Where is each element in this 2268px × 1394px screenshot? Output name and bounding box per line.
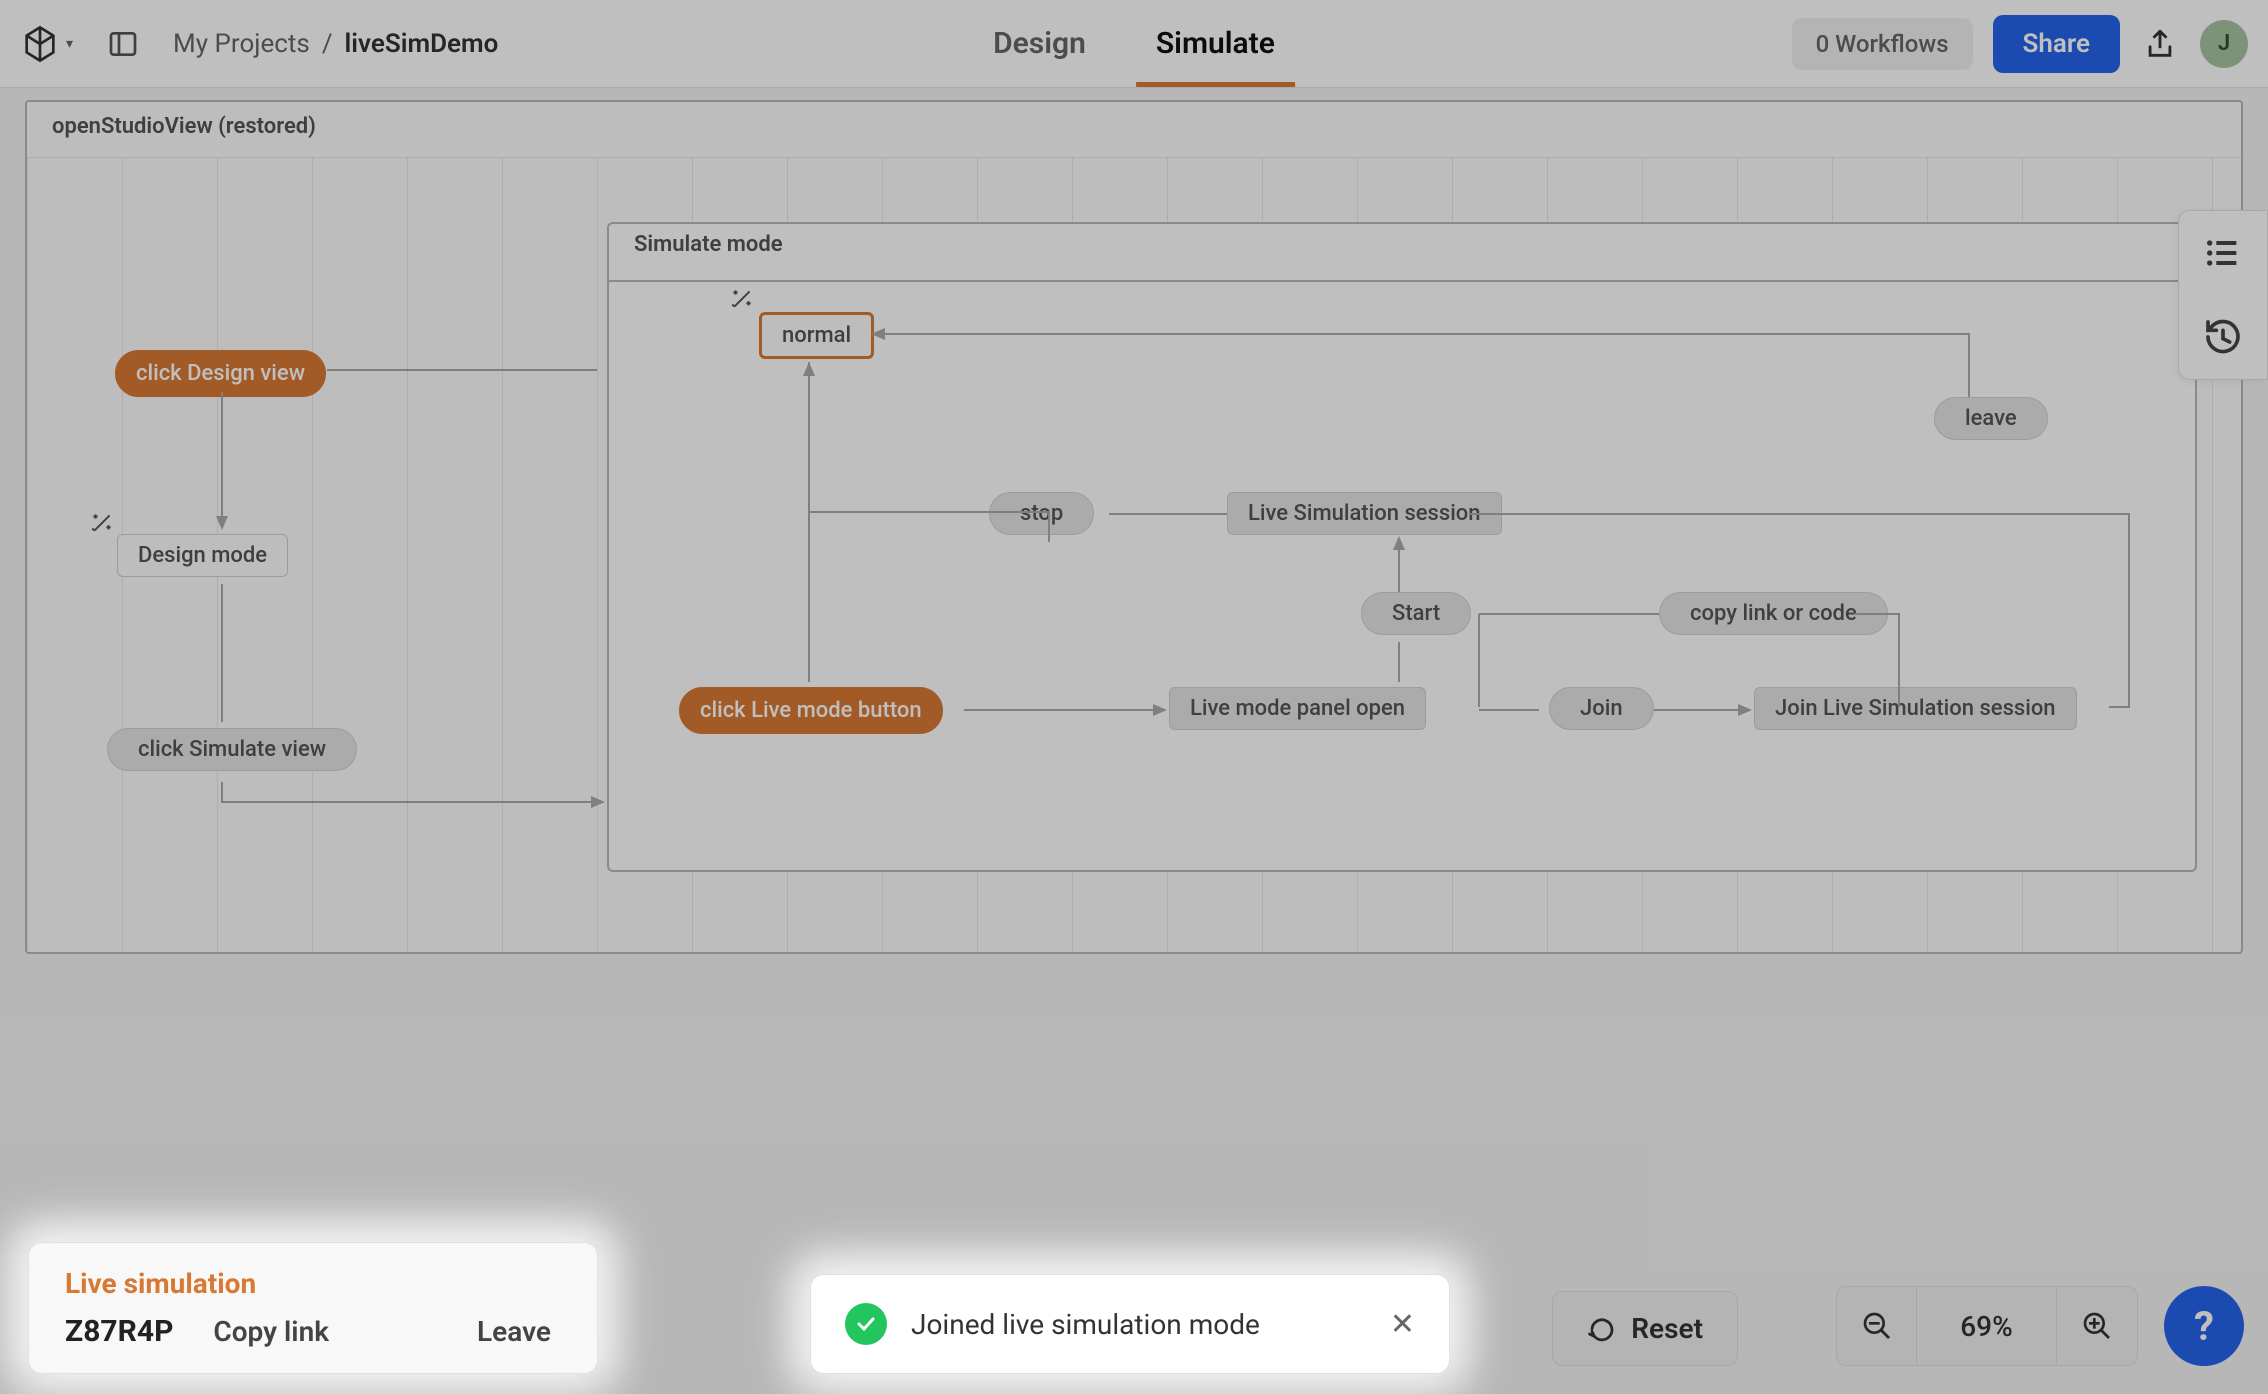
node-copy-link-or-code[interactable]: copy link or code: [1659, 592, 1888, 635]
close-icon[interactable]: ✕: [1390, 1307, 1415, 1342]
canvas-title: openStudioView (restored): [52, 114, 316, 139]
app-header: ▾ My Projects / liveSimDemo Design Simul…: [0, 0, 2268, 88]
live-simulation-title: Live simulation: [65, 1267, 561, 1300]
node-click-simulate-view[interactable]: click Simulate view: [107, 728, 357, 771]
node-click-design-view[interactable]: click Design view: [115, 350, 326, 397]
simulate-mode-title: Simulate mode: [634, 232, 783, 257]
reset-label: Reset: [1631, 1312, 1703, 1345]
share-button[interactable]: Share: [1993, 15, 2120, 73]
node-live-simulation-session[interactable]: Live Simulation session: [1227, 492, 1502, 535]
node-leave[interactable]: leave: [1934, 397, 2048, 440]
tab-simulate[interactable]: Simulate: [1156, 0, 1275, 87]
node-join-live-simulation-session[interactable]: Join Live Simulation session: [1754, 687, 2077, 730]
list-icon[interactable]: [2201, 231, 2245, 275]
app-logo[interactable]: ▾: [20, 24, 73, 64]
export-icon[interactable]: [2140, 24, 2180, 64]
node-stop[interactable]: stop: [989, 492, 1094, 535]
breadcrumb: My Projects / liveSimDemo: [173, 29, 498, 59]
breadcrumb-project[interactable]: liveSimDemo: [345, 29, 499, 59]
wand-icon: [89, 510, 115, 536]
node-click-live-mode-button[interactable]: click Live mode button: [679, 687, 943, 734]
view-tabs: Design Simulate: [993, 0, 1275, 87]
zoom-control: 69%: [1836, 1286, 2138, 1366]
zoom-out-button[interactable]: [1837, 1287, 1917, 1365]
sidebar-toggle-icon[interactable]: [103, 24, 143, 64]
reset-button[interactable]: Reset: [1552, 1291, 1738, 1366]
right-side-panel: [2178, 210, 2268, 380]
simulate-mode-box: Simulate mode normal stop Live Simulatio…: [607, 222, 2197, 872]
live-simulation-panel: Live simulation Z87R4P Copy link Leave: [28, 1242, 598, 1374]
history-icon[interactable]: [2201, 315, 2245, 359]
avatar[interactable]: J: [2200, 20, 2248, 68]
toast-message: Joined live simulation mode: [911, 1308, 1260, 1341]
help-button[interactable]: ?: [2164, 1286, 2244, 1366]
tab-design[interactable]: Design: [993, 0, 1086, 87]
breadcrumb-root[interactable]: My Projects: [173, 29, 310, 59]
success-check-icon: [845, 1303, 887, 1345]
logo-chevron-icon: ▾: [66, 36, 73, 52]
zoom-value[interactable]: 69%: [1917, 1287, 2057, 1365]
node-start[interactable]: Start: [1361, 592, 1471, 635]
node-join[interactable]: Join: [1549, 687, 1654, 730]
breadcrumb-separator: /: [322, 29, 333, 59]
session-code: Z87R4P: [65, 1314, 173, 1349]
leave-button[interactable]: Leave: [477, 1315, 551, 1348]
copy-link-button[interactable]: Copy link: [213, 1315, 329, 1348]
workflows-button[interactable]: 0 Workflows: [1792, 18, 1973, 70]
toast-notification: Joined live simulation mode ✕: [810, 1274, 1450, 1374]
node-normal[interactable]: normal: [759, 312, 874, 359]
node-live-mode-panel-open[interactable]: Live mode panel open: [1169, 687, 1426, 730]
canvas-area[interactable]: openStudioView (restored) click Design v…: [25, 100, 2243, 954]
zoom-in-button[interactable]: [2057, 1287, 2137, 1365]
wand-icon: [729, 286, 755, 312]
node-design-mode[interactable]: Design mode: [117, 534, 288, 577]
